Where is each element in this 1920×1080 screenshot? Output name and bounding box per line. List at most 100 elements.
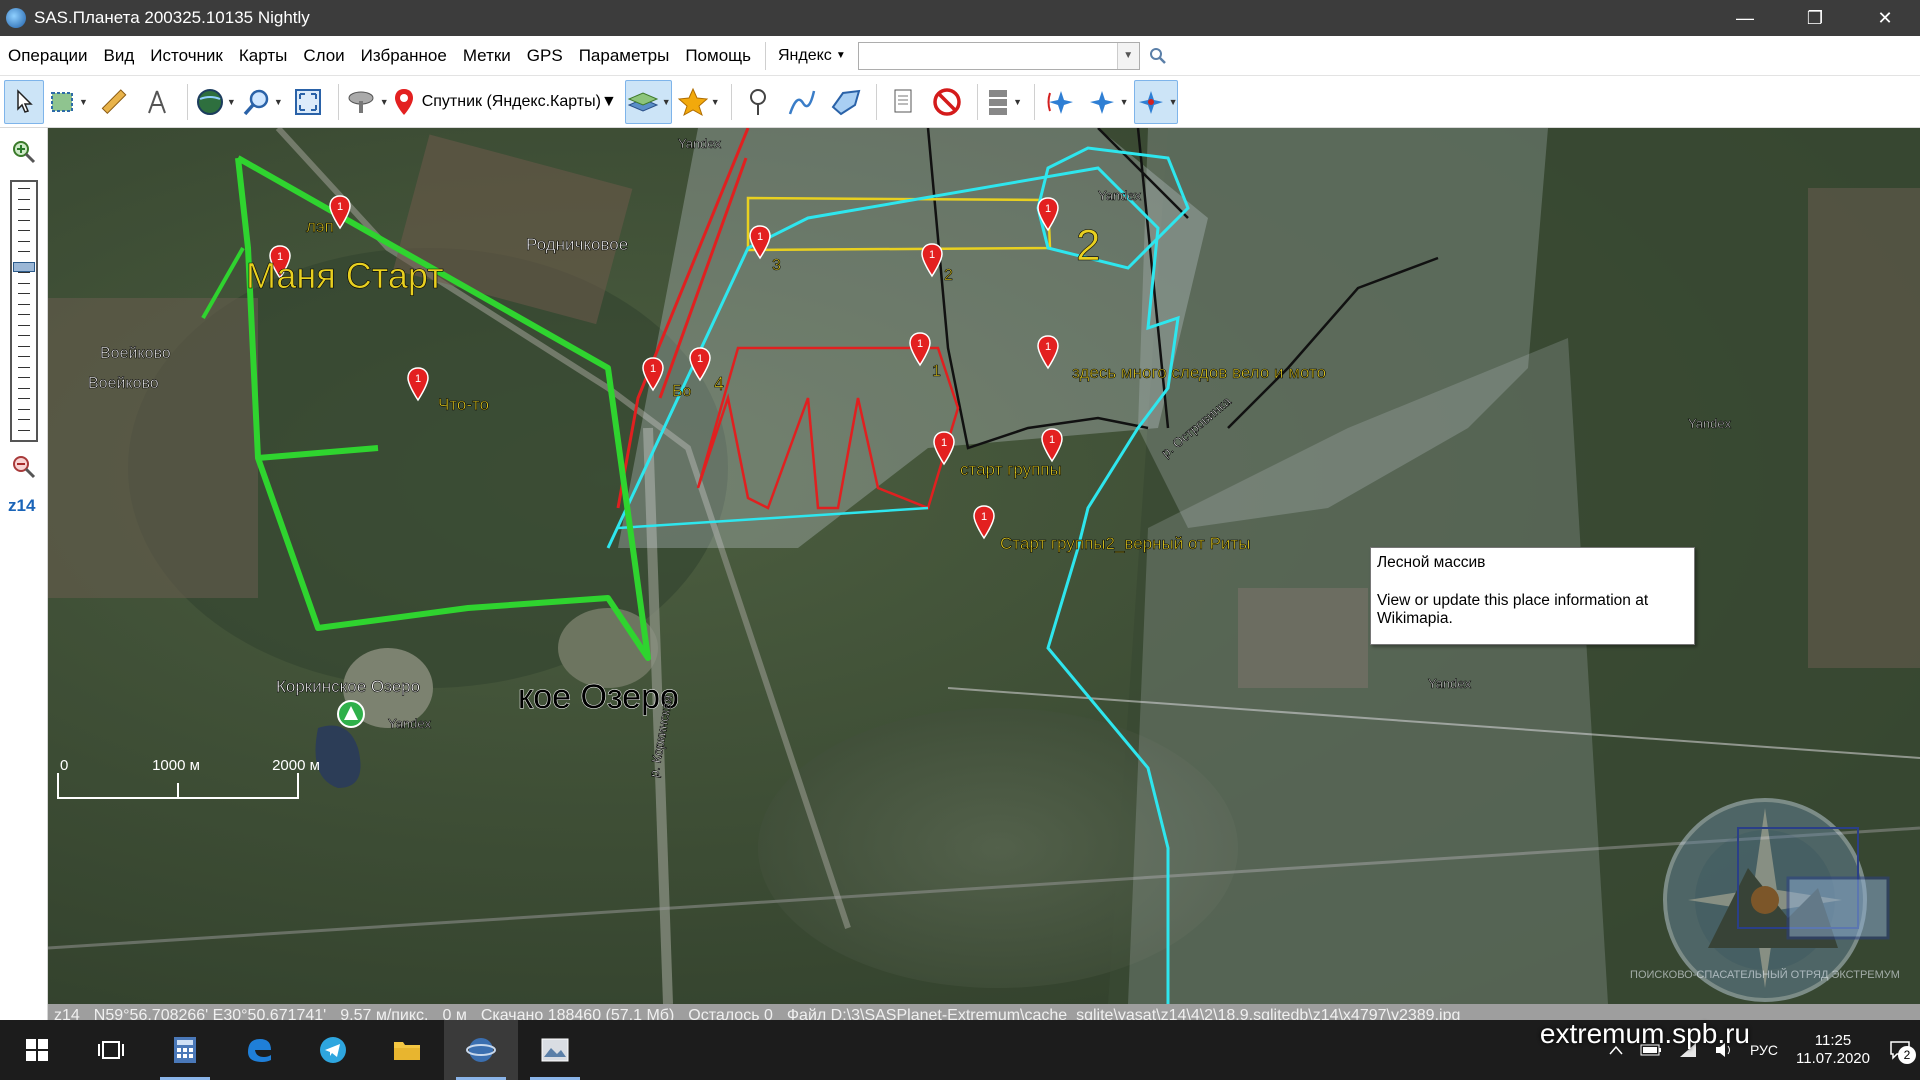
sasplanet-icon <box>466 1038 496 1062</box>
gps-connect-button[interactable] <box>1041 80 1081 124</box>
search-input[interactable]: ▼ <box>857 41 1140 70</box>
image-viewer-app[interactable] <box>518 1020 592 1080</box>
hide-placemarks-button[interactable] <box>927 80 967 124</box>
telegram-app[interactable] <box>296 1020 370 1080</box>
menu-source[interactable]: Источник <box>142 36 231 76</box>
add-placemark-button[interactable] <box>738 80 778 124</box>
edge-app[interactable] <box>222 1020 296 1080</box>
main-toolbar: ▼ ▼ ▼ ▼ Спутник (Яндекс.Карты) ▼ ▼ ▼ ▼ ▼… <box>0 76 1920 128</box>
zoom-slider-thumb[interactable] <box>13 262 35 272</box>
ruler-button[interactable] <box>93 80 133 124</box>
map-view[interactable]: 1 1 1 1 1 1 1 1 1 1 1 1 1 Маня Старт лэп Что-то Родничк… <box>48 128 1920 1004</box>
menu-placemarks[interactable]: Метки <box>455 36 519 76</box>
zoom-tick <box>18 230 30 231</box>
chevron-down-icon: ▼ <box>273 96 283 107</box>
zoom-level-label: z14 <box>8 496 36 515</box>
clock[interactable]: 11:25 11.07.2020 <box>1796 1032 1870 1068</box>
gps-track-button[interactable]: ▼ <box>1085 80 1130 124</box>
tooltip-body[interactable]: View or update this place information at… <box>1377 592 1688 628</box>
menu-gps[interactable]: GPS <box>519 36 571 76</box>
language-indicator[interactable]: РУС <box>1750 1042 1778 1058</box>
start-button[interactable] <box>0 1020 74 1080</box>
wikimapia-tooltip[interactable]: Лесной массив View or update this place … <box>1370 547 1695 645</box>
emblem-text: ПОИСКОВО-СПАСАТЕЛЬНЫЙ ОТРЯД ЭКСТРЕМУМ <box>1630 968 1900 981</box>
calculator-app[interactable] <box>148 1020 222 1080</box>
zoom-tick <box>18 419 30 420</box>
map-label: 2 <box>1076 221 1100 270</box>
map-source-select[interactable]: Спутник (Яндекс.Карты) ▼ <box>394 88 617 116</box>
favorites-button[interactable]: ▼ <box>676 80 721 124</box>
search-icon <box>1149 47 1166 64</box>
zoom-tick <box>18 251 30 252</box>
zoom-in-button[interactable] <box>10 138 38 166</box>
map-label: Yandex <box>1098 188 1142 203</box>
magnifier-icon <box>243 89 269 115</box>
layers-button[interactable]: ▼ <box>624 79 672 124</box>
task-view-icon <box>98 1041 124 1059</box>
map-label: 3 <box>772 257 781 274</box>
zoom-out-button[interactable] <box>10 453 38 481</box>
svg-text:1: 1 <box>337 201 343 213</box>
map-label: Что-то <box>438 395 489 414</box>
sasplanet-app[interactable] <box>444 1020 518 1080</box>
map-label: Бо <box>672 383 692 400</box>
menu-layers[interactable]: Слои <box>295 36 352 76</box>
chevron-down-icon: ▼ <box>1168 96 1178 107</box>
zoom-tick <box>18 429 30 431</box>
restore-button[interactable]: ❐ <box>1780 0 1850 36</box>
notification-count: 2 <box>1898 1046 1916 1064</box>
cache-button[interactable]: ▼ <box>984 80 1024 124</box>
settlement-east <box>1808 188 1920 668</box>
menu-maps[interactable]: Карты <box>231 36 295 76</box>
scale-bar-label: 2000 м <box>272 757 320 774</box>
add-path-button[interactable] <box>782 80 822 124</box>
globe-button[interactable]: ▼ <box>194 80 237 124</box>
search-button[interactable] <box>1144 42 1172 70</box>
folder-icon <box>394 1042 420 1060</box>
edge-icon <box>248 1039 271 1062</box>
chevron-down-icon: ▼ <box>600 92 617 110</box>
zoom-in-icon <box>13 141 36 164</box>
zoom-tick <box>18 324 30 326</box>
zoom-tick <box>18 272 30 273</box>
minimap-viewport[interactable] <box>1786 876 1890 940</box>
zoom-tick <box>18 198 30 200</box>
select-area-icon <box>51 91 73 112</box>
calculator-icon <box>174 1037 196 1063</box>
menu-favorites[interactable]: Избранное <box>353 36 455 76</box>
zoom-tick <box>18 293 30 294</box>
select-area-button[interactable]: ▼ <box>48 80 89 124</box>
no-sign-icon <box>932 87 961 116</box>
gps-center-button[interactable]: ▼ <box>1133 79 1179 124</box>
search-provider-select[interactable]: Яндекс ▼ <box>772 47 852 65</box>
menu-operations[interactable]: Операции <box>0 36 96 76</box>
menu-settings[interactable]: Параметры <box>571 36 678 76</box>
menu-view[interactable]: Вид <box>96 36 143 76</box>
minimize-button[interactable]: — <box>1710 0 1780 36</box>
zoom-slider[interactable] <box>10 180 38 442</box>
compass-button[interactable] <box>137 80 177 124</box>
poi-triangle-marker[interactable] <box>337 700 365 728</box>
map-label: Yandex <box>1688 416 1732 431</box>
map-label: Маня Старт <box>246 255 444 296</box>
svg-text:1: 1 <box>917 338 923 350</box>
map-label: Старт группы2_верный от Риты <box>1000 534 1250 553</box>
action-center-button[interactable]: 2 <box>1880 1030 1920 1070</box>
add-polygon-button[interactable] <box>826 80 866 124</box>
server-icon <box>989 89 1008 115</box>
svg-text:1: 1 <box>941 437 947 449</box>
fullscreen-button[interactable] <box>288 80 328 124</box>
map-label: кое Озеро <box>518 678 679 716</box>
placemark-manager-button[interactable] <box>883 80 923 124</box>
file-explorer-app[interactable] <box>370 1020 444 1080</box>
zoom-tool-button[interactable]: ▼ <box>241 80 284 124</box>
download-source-button[interactable]: ▼ <box>345 80 390 124</box>
scale-bar-label: 0 <box>60 757 68 774</box>
close-button[interactable]: ✕ <box>1850 0 1920 36</box>
pointer-tool-button[interactable] <box>4 79 44 124</box>
layers-icon <box>627 91 659 112</box>
zoom-tick <box>18 356 30 357</box>
task-view-button[interactable] <box>74 1020 148 1080</box>
search-history-dropdown[interactable]: ▼ <box>1116 42 1139 69</box>
menu-help[interactable]: Помощь <box>677 36 759 76</box>
